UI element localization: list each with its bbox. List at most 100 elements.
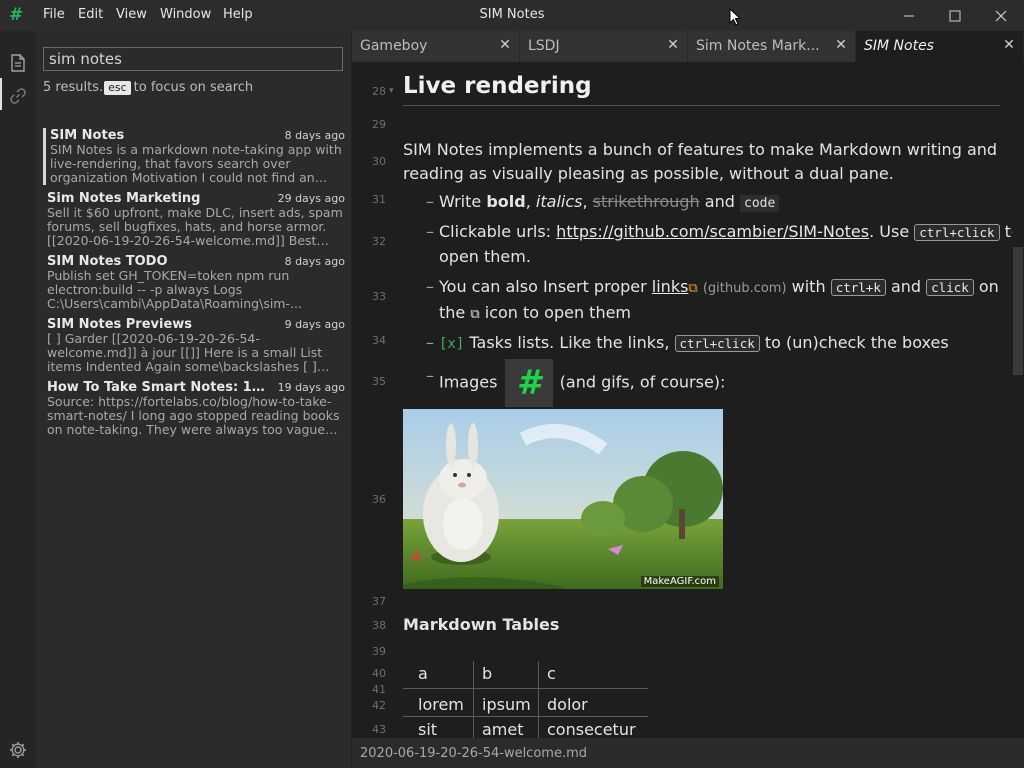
table-cell: ipsum <box>482 695 531 714</box>
line-number: 33 <box>372 290 386 303</box>
search-result[interactable]: SIM Notes TODO 8 days ago Publish set GH_T… <box>43 254 345 311</box>
list-item-links-wrap: the ⧉ icon to open them <box>439 303 631 322</box>
line-number: 37 <box>372 595 386 608</box>
tab-close-icon[interactable]: ✕ <box>833 37 849 53</box>
result-title: Sim Notes Marketing <box>47 191 201 206</box>
text-insert-links: You can also Insert proper <box>439 277 647 296</box>
tab-label: LSDJ <box>528 38 560 54</box>
result-header: How To Take Smart Notes: 10 Pri... 19 day… <box>47 380 345 395</box>
text-tasks: Tasks lists. Like the links, <box>469 333 670 352</box>
line-number: 36 <box>372 493 386 506</box>
line-number: 28 <box>372 85 386 98</box>
table-cell: dolor <box>547 695 588 714</box>
search-input[interactable] <box>43 47 343 71</box>
table-cell: consecetur <box>547 720 636 738</box>
result-date: 29 days ago <box>277 192 345 205</box>
line-number: 40 <box>372 667 386 680</box>
tab-sim-notes-marketing[interactable]: Sim Notes Mark... ✕ <box>688 31 856 62</box>
result-excerpt: Source: https://fortelabs.co/blog/how-to… <box>47 395 340 437</box>
table-cell: amet <box>482 720 524 738</box>
list-bullet: – <box>426 366 434 385</box>
tab-close-icon[interactable]: ✕ <box>497 37 513 53</box>
line-number: 39 <box>372 645 386 658</box>
title-bar: # File Edit View Window Help SIM Notes <box>0 0 1024 31</box>
status-filename: 2020-06-19-20-26-54-welcome.md <box>360 746 587 761</box>
external-link-icon[interactable]: ⧉ <box>688 281 697 296</box>
search-result[interactable]: How To Take Smart Notes: 10 Pri... 19 day… <box>43 380 345 437</box>
esc-key-badge: esc <box>104 81 131 95</box>
list-bullet: – <box>426 222 434 241</box>
tab-close-icon[interactable]: ✕ <box>1001 37 1017 53</box>
list-bullet: – <box>426 277 434 296</box>
result-date: 9 days ago <box>284 318 345 331</box>
big-buck-bunny-gif: MakeAGIF.com <box>403 409 723 589</box>
result-excerpt: SIM Notes is a markdown note-taking app … <box>50 143 342 185</box>
table-rule <box>403 688 648 689</box>
text-on: on <box>978 277 999 296</box>
app-logo: # <box>9 5 21 25</box>
task-checkbox[interactable]: [x] <box>439 336 464 352</box>
heading-rule <box>403 105 1000 106</box>
menu-view[interactable]: View <box>116 7 147 23</box>
gear-icon[interactable] <box>8 740 28 760</box>
activity-bar <box>0 31 36 768</box>
gif-watermark: MakeAGIF.com <box>640 576 719 587</box>
menu-edit[interactable]: Edit <box>78 7 103 23</box>
line-number: 29 <box>372 118 386 131</box>
maximize-button[interactable] <box>932 0 978 31</box>
menu-file[interactable]: File <box>43 7 65 23</box>
list-item-urls: Clickable urls: https://github.com/scamb… <box>439 222 1021 241</box>
kbd-ctrl-click: ctrl+click <box>914 224 1000 241</box>
tab-sim-notes[interactable]: SIM Notes ✕ <box>856 31 1024 62</box>
heading-markdown-tables: Markdown Tables <box>403 615 560 634</box>
text-comma: , <box>582 192 588 211</box>
tab-close-icon[interactable]: ✕ <box>665 37 681 53</box>
text-the: the <box>439 303 466 322</box>
kbd-click: click <box>926 279 974 296</box>
search-result[interactable]: SIM Notes 8 days ago SIM Notes is a markdo… <box>43 128 345 185</box>
search-hint: to focus on search <box>133 80 254 95</box>
result-count: 5 results. <box>43 80 104 95</box>
table-column-divider <box>538 661 539 738</box>
table-cell: lorem <box>418 695 464 714</box>
links-link[interactable]: links <box>652 277 689 296</box>
line-number: 42 <box>372 699 386 712</box>
kbd-ctrl-k: ctrl+k <box>830 279 886 296</box>
result-date: 8 days ago <box>284 255 345 268</box>
heading-live-rendering: Live rendering <box>403 73 592 99</box>
text-and: and <box>704 192 735 211</box>
tab-lsdj[interactable]: LSDJ ✕ <box>520 31 688 62</box>
table-cell: sit <box>418 720 438 738</box>
list-item-urls-wrap: open them. <box>439 247 531 266</box>
menu-window[interactable]: Window <box>160 7 211 23</box>
result-header: SIM Notes TODO 8 days ago <box>47 254 345 269</box>
editor-pane[interactable]: 28 ▾ 29 30 31 32 33 34 35 36 37 38 39 40… <box>352 62 1024 738</box>
kbd-ctrl-click: ctrl+click <box>674 335 760 352</box>
maximize-icon <box>949 10 961 21</box>
result-date: 19 days ago <box>277 381 345 394</box>
link-domain: (github.com) <box>702 281 787 296</box>
tab-gameboy[interactable]: Gameboy ✕ <box>352 31 520 62</box>
result-excerpt: [ ] Garder [[2020-06-19-20-26-54-welcome… <box>47 332 323 374</box>
fold-marker-icon[interactable]: ▾ <box>389 86 394 96</box>
scrollbar-track[interactable] <box>1012 62 1024 738</box>
scrollbar-thumb[interactable] <box>1013 247 1023 375</box>
search-result[interactable]: SIM Notes Previews 9 days ago[ ] Garder [… <box>43 317 345 374</box>
text-comma: , <box>525 192 531 211</box>
menu-help[interactable]: Help <box>223 7 253 23</box>
text-uncheck: to (un)check the boxes <box>764 333 949 352</box>
minimize-icon <box>904 15 914 16</box>
close-window-button[interactable] <box>978 0 1024 31</box>
search-result[interactable]: Sim Notes Marketing 29 days ago Sell it $6… <box>43 191 345 248</box>
list-item-formatting: Write bold, italics, strikethrough and c… <box>439 192 780 212</box>
search-status: 5 results. esc to focus on search <box>43 80 253 95</box>
gif-scene <box>403 409 723 589</box>
links-icon[interactable] <box>8 86 28 106</box>
notes-icon[interactable] <box>8 53 28 73</box>
result-title: How To Take Smart Notes: 10 Pri... <box>47 380 272 395</box>
github-url-link[interactable]: https://github.com/scambier/SIM-Notes <box>556 222 869 241</box>
minimize-button[interactable] <box>886 0 932 31</box>
list-bullet: – <box>426 333 434 352</box>
line-number: 34 <box>372 334 386 347</box>
app-logo-image: # <box>504 359 553 407</box>
